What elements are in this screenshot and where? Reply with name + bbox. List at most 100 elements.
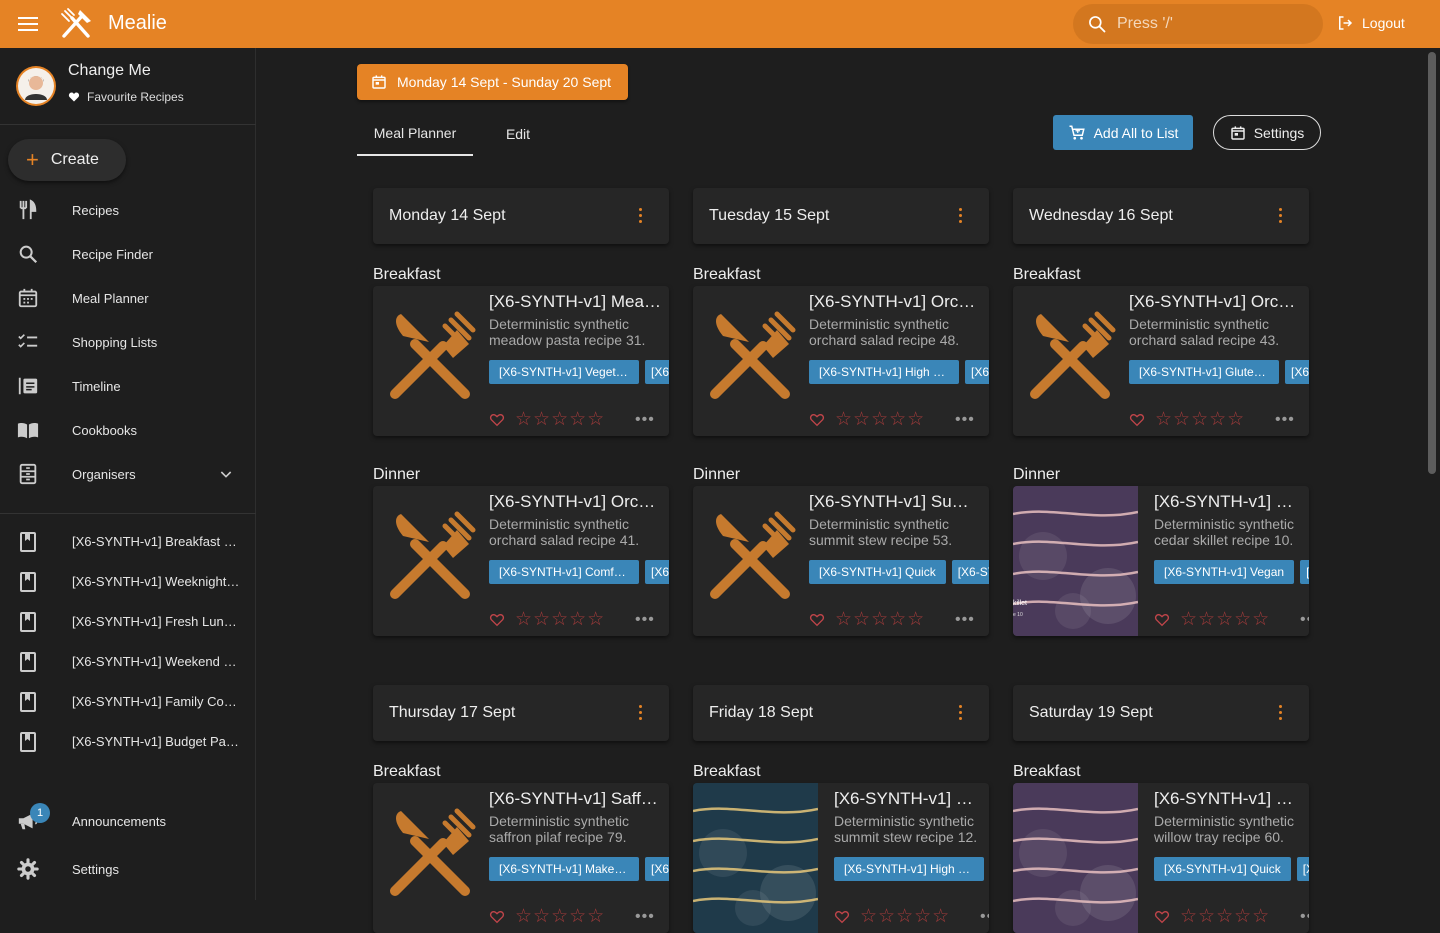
recipe-card[interactable]: [X6-SYNTH-v1] Orchard Salad 41 Determinis… [373,486,669,636]
sidebar-cookbook-item[interactable]: [X6-SYNTH-v1] Fresh Lunches [0,602,256,642]
rating-stars[interactable]: ☆☆☆☆☆ [1180,610,1270,629]
heart-outline-icon[interactable] [489,412,505,428]
recipe-image[interactable] [373,486,498,636]
heart-outline-icon[interactable] [1154,909,1170,925]
more-options-icon[interactable]: ••• [635,612,655,628]
heart-outline-icon[interactable] [1154,612,1170,628]
sidebar-cookbook-item[interactable]: [X6-SYNTH-v1] Budget Pantry [0,722,256,762]
recipe-title[interactable]: [X6-SYNTH-v1] Summit Stew 12 [834,789,981,809]
kebab-menu-icon[interactable] [1279,208,1283,226]
scrollbar-thumb[interactable] [1428,52,1436,474]
sidebar-item-organisers[interactable]: Organisers [0,452,256,496]
recipe-tag[interactable]: [X6-SYNTH-v1] Quick [809,560,946,584]
recipe-title[interactable]: [X6-SYNTH-v1] Summit Stew 53 [809,492,981,512]
heart-outline-icon[interactable] [809,612,825,628]
rating-stars[interactable]: ☆☆☆☆☆ [1155,410,1245,429]
sidebar-item-recipe-finder[interactable]: Recipe Finder [0,232,256,276]
sidebar-cookbook-item[interactable]: [X6-SYNTH-v1] Weekend Baking [0,642,256,682]
recipe-image[interactable]: killet e 10 [1013,486,1138,636]
avatar[interactable] [16,66,56,106]
sidebar-item-settings[interactable]: Settings [0,847,256,891]
add-all-to-list-button[interactable]: Add All to List [1053,115,1193,150]
create-button[interactable]: + Create [8,139,126,181]
recipe-card[interactable]: [X6-SYNTH-v1] Summit Stew 12 Deterministi… [693,783,989,933]
recipe-title[interactable]: [X6-SYNTH-v1] Orchard Salad 48 [809,292,981,312]
sidebar-item-meal-planner[interactable]: Meal Planner [0,276,256,320]
sidebar-item-timeline[interactable]: Timeline [0,364,256,408]
recipe-tag[interactable]: [X6-SYNTH-v1] [951,560,989,584]
chevron-down-icon[interactable] [218,466,234,482]
rating-stars[interactable]: ☆☆☆☆☆ [1180,907,1270,926]
more-options-icon[interactable]: ••• [980,909,989,925]
recipe-tag[interactable]: [X6-SYNTH-v1] [645,560,669,584]
more-options-icon[interactable]: ••• [955,612,975,628]
recipe-tag[interactable]: [X6-SYNTH-v1] [1300,560,1309,584]
scrollbar[interactable] [1424,48,1440,900]
heart-outline-icon[interactable] [489,909,505,925]
recipe-tag[interactable]: [X6-SYNTH-v1] Make Ahead [489,857,639,881]
recipe-image[interactable] [373,286,498,436]
heart-outline-icon[interactable] [834,909,850,925]
sidebar-item-recipes[interactable]: Recipes [0,188,256,232]
sidebar-cookbook-item[interactable]: [X6-SYNTH-v1] Weeknight Dinners [0,562,256,602]
recipe-card[interactable]: [X6-SYNTH-v1] Willow Tray 60 Deterministi… [1013,783,1309,933]
user-profile[interactable]: Change Me Favourite Recipes [16,62,184,106]
recipe-title[interactable]: [X6-SYNTH-v1] Saffron Pilaf 79 [489,789,661,809]
more-options-icon[interactable]: ••• [635,412,655,428]
kebab-menu-icon[interactable] [639,705,643,723]
tab-meal-planner[interactable]: Meal Planner [357,112,473,156]
recipe-image[interactable] [693,783,818,933]
recipe-tag[interactable]: [X6-SYNTH-v1] Vegan [1154,560,1295,584]
recipe-card[interactable]: [X6-SYNTH-v1] Saffron Pilaf 79 Determinis… [373,783,669,933]
app-title[interactable]: Mealie [108,12,167,35]
sidebar-cookbook-item[interactable]: [X6-SYNTH-v1] Breakfast Favourites [0,522,256,562]
favourite-recipes-link[interactable]: Favourite Recipes [68,90,184,104]
date-range-button[interactable]: Monday 14 Sept - Sunday 20 Sept [357,64,628,100]
kebab-menu-icon[interactable] [639,208,643,226]
search-input[interactable] [1117,15,1297,33]
planner-settings-button[interactable]: Settings [1213,115,1321,150]
more-options-icon[interactable]: ••• [635,909,655,925]
recipe-image[interactable] [1013,783,1138,933]
more-options-icon[interactable]: ••• [955,412,975,428]
kebab-menu-icon[interactable] [959,208,963,226]
recipe-image[interactable] [373,783,498,933]
recipe-title[interactable]: [X6-SYNTH-v1] Willow Tray 60 [1154,789,1301,809]
sidebar-item-announcements[interactable]: 1 Announcements [0,799,256,843]
sidebar-cookbook-item[interactable]: [X6-SYNTH-v1] Family Comfort [0,682,256,722]
recipe-tag[interactable]: [X6-SYNTH-v1] High Protein [834,857,984,881]
rating-stars[interactable]: ☆☆☆☆☆ [515,410,605,429]
recipe-image[interactable] [693,286,818,436]
recipe-card[interactable]: killet e 10 [X6-SYNTH-v1] Cedar Skillet 10… [1013,486,1309,636]
rating-stars[interactable]: ☆☆☆☆☆ [835,610,925,629]
kebab-menu-icon[interactable] [1279,705,1283,723]
recipe-tag[interactable]: [X6-SYNTH-v1] [1296,857,1309,881]
recipe-tag[interactable]: [X6-SYNTH-v1] [645,360,669,384]
more-options-icon[interactable]: ••• [1275,412,1295,428]
tab-edit[interactable]: Edit [473,112,563,156]
recipe-tag[interactable]: [X6-SYNTH-v1] High Protein [809,360,959,384]
mealie-logo-icon[interactable] [58,6,94,42]
user-name[interactable]: Change Me [68,62,151,80]
recipe-tag[interactable]: [X6-SYNTH-v1] Gluten Free [1129,360,1279,384]
recipe-title[interactable]: [X6-SYNTH-v1] Cedar Skillet 10 [1154,492,1301,512]
recipe-image[interactable] [1013,286,1138,436]
recipe-title[interactable]: [X6-SYNTH-v1] Orchard Salad 43 [1129,292,1301,312]
recipe-tag[interactable]: [X6-SYNTH-v1] Quick [1154,857,1291,881]
more-options-icon[interactable]: ••• [1300,612,1309,628]
kebab-menu-icon[interactable] [959,705,963,723]
recipe-tag[interactable]: [X6-SYNTH-v1] Vegetarian [489,360,639,384]
rating-stars[interactable]: ☆☆☆☆☆ [835,410,925,429]
menu-icon[interactable] [18,14,38,34]
heart-outline-icon[interactable] [1129,412,1145,428]
heart-outline-icon[interactable] [809,412,825,428]
logout-button[interactable]: Logout [1336,14,1405,32]
recipe-title[interactable]: [X6-SYNTH-v1] Orchard Salad 41 [489,492,661,512]
recipe-card[interactable]: [X6-SYNTH-v1] Summit Stew 53 Deterministi… [693,486,989,636]
recipe-card[interactable]: [X6-SYNTH-v1] Meadow Pasta 31 Determinist… [373,286,669,436]
recipe-tag[interactable]: [X6-SYNTH-v1] [965,360,989,384]
recipe-card[interactable]: [X6-SYNTH-v1] Orchard Salad 43 Determinis… [1013,286,1309,436]
search-box[interactable] [1073,4,1323,44]
rating-stars[interactable]: ☆☆☆☆☆ [515,610,605,629]
more-options-icon[interactable]: ••• [1300,909,1309,925]
